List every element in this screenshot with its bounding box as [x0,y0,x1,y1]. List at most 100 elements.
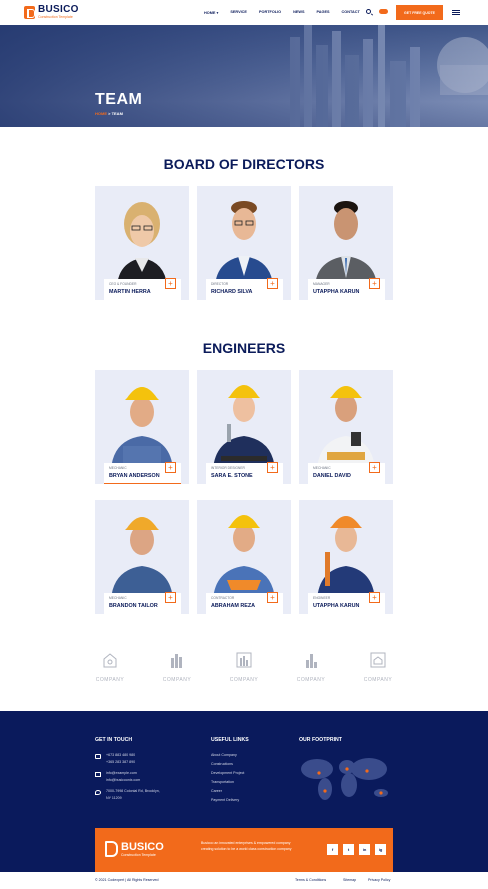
logo-mark-icon [24,5,35,19]
tower-icon [306,654,317,668]
team-card[interactable]: CONTRACTOR ABRAHAM REZA + [197,500,291,614]
nav-home[interactable]: HOME ▾ [204,10,218,15]
member-name[interactable]: MARTIN HERRA [109,289,181,295]
partner-logo[interactable]: COMPANY [92,652,128,683]
get-free-quote-button[interactable]: GET FREE QUOTE [396,5,443,20]
plus-icon[interactable]: + [267,462,278,473]
engineers-title: ENGINEERS [202,340,286,356]
house-icon [103,653,117,668]
member-photo [317,386,375,470]
team-card[interactable]: MECHANIC DANIEL DAVID + [299,370,393,484]
footer-link[interactable]: Career [211,789,222,793]
search-icon[interactable] [366,9,371,14]
team-card[interactable]: DIRECTOR RICHARD SILVA + [197,186,291,300]
terms-link[interactable]: Terms & Conditions [295,878,326,882]
address-2: NY 11209 [106,796,122,800]
footer-link[interactable]: About Company [211,753,237,757]
nav-portfolio[interactable]: PORTFOLIO [259,10,281,15]
mail-icon [95,772,101,777]
email-1[interactable]: info@example.com [106,771,137,775]
page-hero: TEAM HOME > TEAM [0,25,488,127]
plus-icon[interactable]: + [165,278,176,289]
twitter-icon[interactable]: t [343,844,354,855]
skyline-icon [236,652,252,668]
privacy-link[interactable]: Privacy Policy [368,878,390,882]
bottom-bar [0,872,488,889]
logo-mark-icon [105,841,118,857]
active-underline [104,483,181,484]
nav-service[interactable]: SERVICE [230,10,247,15]
sitemap-link[interactable]: Sitemap [343,878,356,882]
linkedin-icon[interactable]: in [359,844,370,855]
footer-logo[interactable]: BUSICO Construction Template [105,841,164,857]
member-name[interactable]: BRYAN ANDERSON [109,473,181,479]
footer-cta-bar: BUSICO Construction Template Busicoo an … [95,828,393,872]
page-title: TEAM [95,91,143,108]
plus-icon[interactable]: + [369,592,380,603]
member-photo [111,517,173,600]
plus-icon[interactable]: + [369,462,380,473]
partner-logo[interactable]: COMPANY [360,652,396,683]
team-card[interactable]: ENGINEER UTAPPHA KARUN + [299,500,393,614]
footer-link[interactable]: Payment Delivery [211,798,239,802]
partner-logo[interactable]: COMPANY [226,652,262,683]
plus-icon[interactable]: + [165,592,176,603]
nav-pages[interactable]: PAGES [317,10,330,15]
partner-logo[interactable]: COMPANY [293,652,329,683]
phone-2[interactable]: +365 283 387 890 [106,760,135,764]
logo-name: BUSICO [38,4,79,15]
address-1: 7000-7998 Colonial Rd, Brooklyn, [106,789,160,793]
nav-news[interactable]: NEWS [293,10,304,15]
team-card[interactable]: MECHANIC BRYAN ANDERSON + [95,370,189,484]
logo-tagline: Construction Template [38,15,73,19]
member-name[interactable]: UTAPPHA KARUN [313,289,385,295]
phone-icon [95,754,101,759]
plus-icon[interactable]: + [267,592,278,603]
team-card[interactable]: MECHANIC BRANDON TAILOR + [95,500,189,614]
member-name[interactable]: RICHARD SILVA [211,289,283,295]
member-photo [315,201,377,286]
top-header: BUSICO Construction Template HOME ▾ SERV… [0,0,488,25]
member-photo [111,387,173,470]
plus-icon[interactable]: + [267,278,278,289]
world-map-icon [301,758,388,800]
member-name[interactable]: UTAPPHA KARUN [313,603,385,609]
plus-icon[interactable]: + [369,278,380,289]
member-photo [213,515,275,600]
breadcrumb: HOME > TEAM [95,111,123,116]
site-logo[interactable]: BUSICO Construction Template [24,5,79,20]
plus-icon[interactable]: + [165,462,176,473]
main-nav: HOME ▾ SERVICE PORTFOLIO NEWS PAGES CONT… [204,10,372,15]
member-photo [215,201,273,286]
member-name[interactable]: ABRAHAM REZA [211,603,283,609]
member-name[interactable]: BRANDON TAILOR [109,603,181,609]
partner-logo[interactable]: COMPANY [159,652,195,683]
team-card[interactable]: INTERIOR DESIGNER SARA E. STONE + [197,370,291,484]
footer-link[interactable]: Constructions [211,762,233,766]
member-name[interactable]: DANIEL DAVID [313,473,385,479]
member-photo [317,516,375,600]
get-in-touch-title: GET IN TOUCH [95,737,133,743]
nav-contact[interactable]: CONTACT [342,10,360,15]
useful-links-title: USEFUL LINKS [211,737,249,743]
team-card[interactable]: CEO & FOUNDER MARTIN HERRA + [95,186,189,300]
directors-title: BOARD OF DIRECTORS [163,156,325,172]
facebook-icon[interactable]: f [327,844,338,855]
phone-1[interactable]: +673 883 480 980 [106,753,135,757]
home-frame-icon [370,652,386,668]
buildings-icon [171,654,182,668]
our-footprint-title: OUR FOOTPRINT [299,737,342,743]
member-name[interactable]: SARA E. STONE [211,473,283,479]
breadcrumb-home[interactable]: HOME [95,111,107,116]
member-photo [117,202,167,286]
instagram-icon[interactable]: ig [375,844,386,855]
footer-link[interactable]: Transportation [211,780,234,784]
cart-icon[interactable] [379,9,388,14]
copyright-text: © 2021 Codexpert | All Rights Reserved [95,878,159,882]
footer-link[interactable]: Development Project [211,771,244,775]
hamburger-menu-icon[interactable] [452,10,460,15]
email-2[interactable]: info@busicoonix.com [106,778,140,782]
team-card[interactable]: MANAGER UTAPPHA KARUN + [299,186,393,300]
location-icon [95,790,101,795]
cta-description: Busicoo an innovated enterprises & empow… [201,841,292,851]
